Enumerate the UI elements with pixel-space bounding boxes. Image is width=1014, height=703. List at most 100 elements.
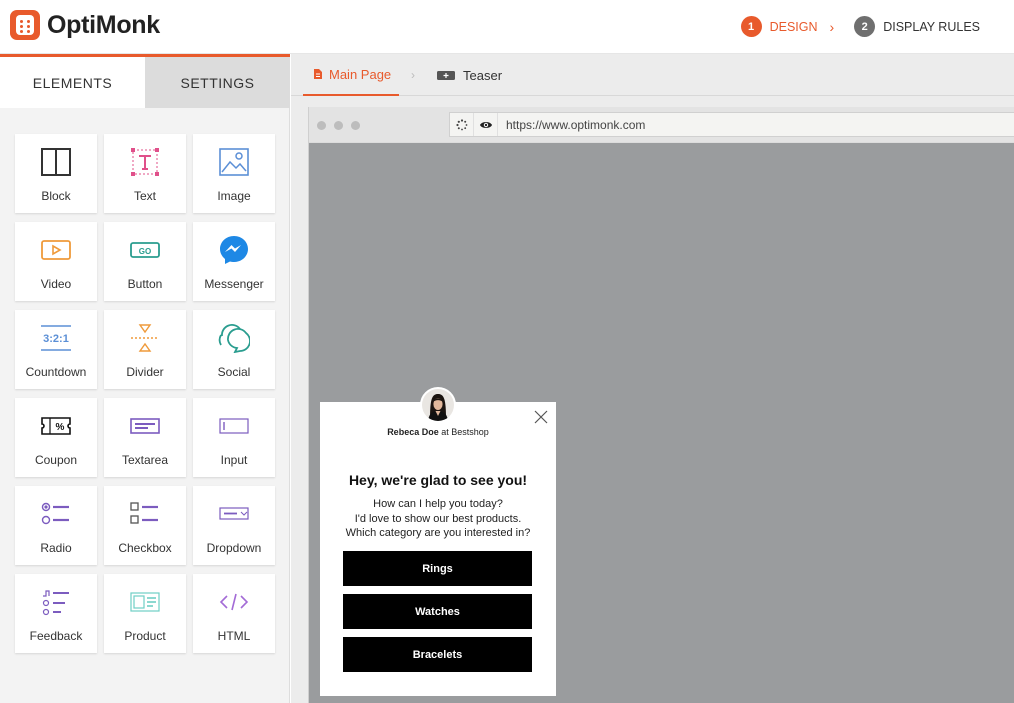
divider-icon bbox=[128, 322, 162, 354]
svg-text:%: % bbox=[56, 422, 65, 433]
element-label: Social bbox=[217, 365, 251, 379]
tab-label: Main Page bbox=[329, 66, 392, 82]
dropdown-icon bbox=[217, 498, 251, 530]
element-label: Checkbox bbox=[118, 541, 172, 555]
element-label: Block bbox=[41, 189, 71, 203]
element-label: HTML bbox=[217, 629, 251, 643]
step-label: DISPLAY RULES bbox=[883, 19, 980, 34]
element-button[interactable]: GO Button bbox=[104, 222, 186, 301]
window-dot bbox=[351, 121, 360, 130]
coupon-icon: % bbox=[39, 410, 73, 442]
element-label: Button bbox=[127, 277, 163, 291]
body-line: I'd love to show our best products. bbox=[354, 512, 522, 525]
close-icon[interactable] bbox=[534, 410, 548, 424]
textarea-icon bbox=[128, 410, 162, 442]
teaser-icon bbox=[437, 70, 455, 80]
chevron-right-icon: › bbox=[829, 18, 835, 35]
window-dot bbox=[317, 121, 326, 130]
element-label: Messenger bbox=[204, 277, 264, 291]
element-html[interactable]: HTML bbox=[193, 574, 275, 653]
popup-body: How can I help you today? I'd love to sh… bbox=[320, 497, 556, 541]
tab-main-page[interactable]: Main Page bbox=[303, 54, 400, 96]
chevron-right-icon: › bbox=[411, 68, 415, 82]
popup-preview[interactable]: Rebeca Doe at Bestshop Hey, we're glad t… bbox=[320, 387, 556, 696]
body-line: Which category are you interested in? bbox=[345, 527, 531, 539]
svg-text:3:2:1: 3:2:1 bbox=[43, 333, 69, 345]
page-tabs: Main Page › Teaser bbox=[291, 54, 1014, 96]
element-product[interactable]: Product bbox=[104, 574, 186, 653]
element-dropdown[interactable]: Dropdown bbox=[193, 486, 275, 565]
element-checkbox[interactable]: Checkbox bbox=[104, 486, 186, 565]
checkbox-icon bbox=[128, 498, 162, 530]
element-label: Input bbox=[220, 453, 248, 467]
panel-tabs: ELEMENTS SETTINGS bbox=[0, 57, 290, 108]
element-input[interactable]: Input bbox=[193, 398, 275, 477]
step-number: 2 bbox=[854, 16, 876, 37]
optimonk-logo[interactable]: OptiMonk bbox=[10, 10, 160, 40]
step-design[interactable]: 1 DESIGN bbox=[740, 16, 818, 37]
social-icon bbox=[217, 322, 251, 354]
element-label: Coupon bbox=[34, 453, 78, 467]
input-icon bbox=[217, 410, 251, 442]
element-label: Text bbox=[133, 189, 156, 203]
countdown-icon: 3:2:1 bbox=[39, 322, 73, 354]
element-label: Feedback bbox=[29, 629, 83, 643]
logo-text: OptiMonk bbox=[47, 10, 160, 39]
window-dot bbox=[334, 121, 343, 130]
element-block[interactable]: Block bbox=[15, 134, 97, 213]
optimonk-logo-icon bbox=[10, 10, 40, 40]
rings-button[interactable]: Rings bbox=[343, 551, 532, 586]
text-icon bbox=[128, 146, 162, 178]
tab-settings[interactable]: SETTINGS bbox=[145, 57, 290, 108]
sender-line: Rebeca Doe at Bestshop bbox=[320, 427, 556, 437]
element-countdown[interactable]: 3:2:1 Countdown bbox=[15, 310, 97, 389]
elements-grid: Block Text Image Video GO Button Messeng… bbox=[15, 134, 275, 653]
element-label: Textarea bbox=[121, 453, 169, 467]
wizard-steps: 1 DESIGN › 2 DISPLAY RULES bbox=[740, 16, 980, 37]
step-number: 1 bbox=[740, 16, 762, 37]
element-label: Image bbox=[217, 189, 251, 203]
element-messenger[interactable]: Messenger bbox=[193, 222, 275, 301]
element-coupon[interactable]: % Coupon bbox=[15, 398, 97, 477]
browser-toolbar: https://www.optimonk.com bbox=[309, 107, 1014, 142]
code-icon bbox=[217, 586, 251, 618]
element-label: Product bbox=[124, 629, 166, 643]
tab-label: Teaser bbox=[463, 67, 503, 83]
sender-name: Rebeca Doe bbox=[387, 427, 439, 437]
watches-button[interactable]: Watches bbox=[343, 594, 532, 629]
left-panel: ELEMENTS SETTINGS Block Text Image Video… bbox=[0, 54, 290, 703]
video-icon bbox=[39, 234, 73, 266]
sender-at: at bbox=[441, 427, 449, 437]
element-social[interactable]: Social bbox=[193, 310, 275, 389]
element-image[interactable]: Image bbox=[193, 134, 275, 213]
element-label: Divider bbox=[126, 365, 164, 379]
element-label: Video bbox=[40, 277, 72, 291]
avatar bbox=[420, 387, 456, 423]
element-text[interactable]: Text bbox=[104, 134, 186, 213]
step-display-rules[interactable]: 2 DISPLAY RULES bbox=[854, 16, 980, 37]
step-label: DESIGN bbox=[769, 19, 818, 34]
messenger-icon bbox=[217, 234, 251, 266]
product-icon bbox=[128, 586, 162, 618]
sender-shop: Bestshop bbox=[451, 427, 489, 437]
app-header: OptiMonk 1 DESIGN › 2 DISPLAY RULES bbox=[0, 0, 1014, 54]
popup-headline: Hey, we're glad to see you! bbox=[348, 472, 528, 488]
element-radio[interactable]: Radio bbox=[15, 486, 97, 565]
element-feedback[interactable]: Feedback bbox=[15, 574, 97, 653]
url-text: https://www.optimonk.com bbox=[506, 117, 646, 132]
bracelets-button[interactable]: Bracelets bbox=[343, 637, 532, 672]
url-bar: https://www.optimonk.com bbox=[449, 112, 1014, 137]
svg-text:GO: GO bbox=[139, 247, 151, 256]
element-label: Radio bbox=[40, 541, 72, 555]
tab-teaser[interactable]: Teaser bbox=[437, 54, 502, 96]
element-video[interactable]: Video bbox=[15, 222, 97, 301]
element-textarea[interactable]: Textarea bbox=[104, 398, 186, 477]
block-icon bbox=[39, 146, 73, 178]
feedback-icon bbox=[39, 586, 73, 618]
element-label: Dropdown bbox=[206, 541, 262, 555]
button-go-icon: GO bbox=[128, 234, 162, 266]
radio-icon bbox=[39, 498, 73, 530]
element-divider[interactable]: Divider bbox=[104, 310, 186, 389]
eye-icon[interactable] bbox=[474, 113, 498, 136]
tab-elements[interactable]: ELEMENTS bbox=[0, 57, 145, 108]
